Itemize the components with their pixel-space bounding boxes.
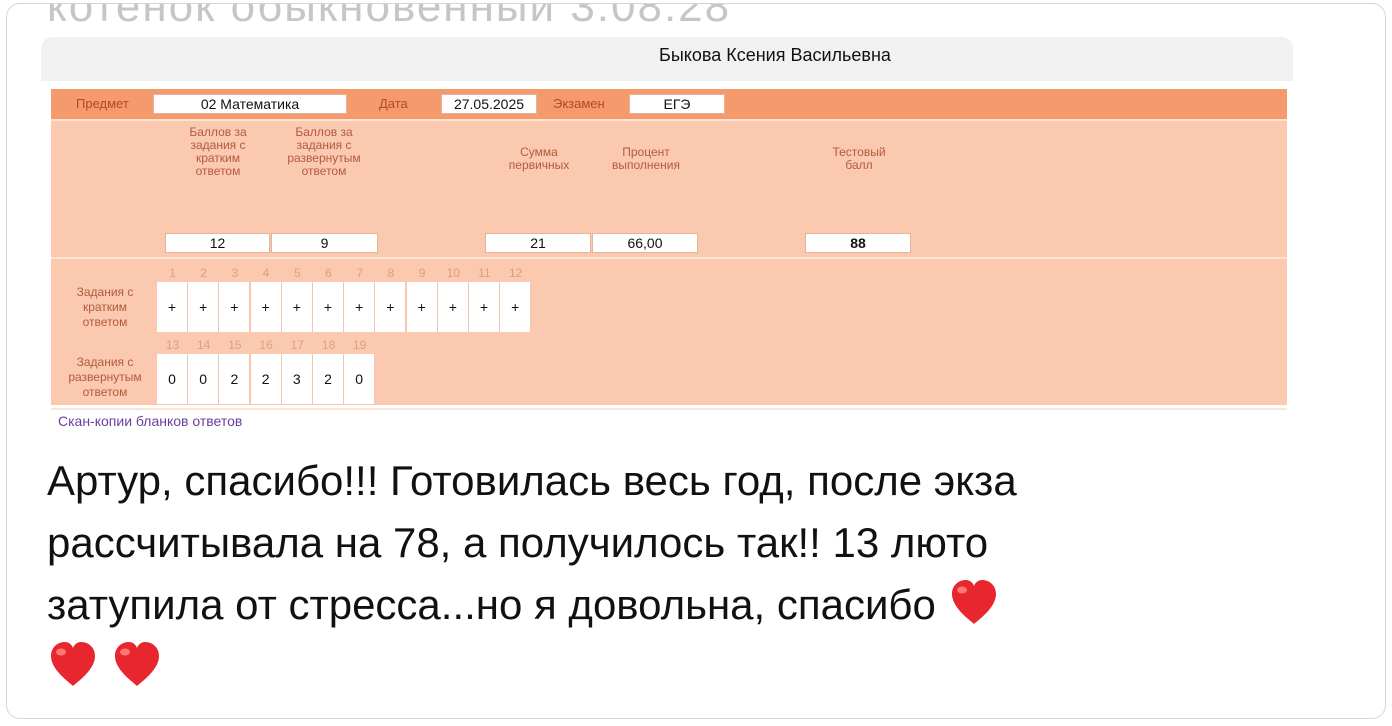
detailed-task-numbers: 13 14 15 16 17 18 19 xyxy=(157,338,377,352)
short-task-numbers: 1 2 3 4 5 6 7 8 9 10 11 12 xyxy=(157,266,532,280)
task-result-cell: + xyxy=(281,282,313,332)
task-number: 12 xyxy=(509,266,523,280)
exam-info-row: Предмет 02 Математика Дата 27.05.2025 Эк… xyxy=(51,89,1287,119)
student-name: Быкова Ксения Васильевна xyxy=(659,45,891,65)
task-result-cell: 0 xyxy=(157,354,188,404)
task-number: 18 xyxy=(321,338,336,352)
task-result-cell: + xyxy=(157,282,188,332)
message-line xyxy=(47,636,1367,698)
task-result-cell: + xyxy=(313,282,344,332)
task-number: 8 xyxy=(387,266,395,280)
task-result-cell: + xyxy=(469,282,500,332)
task-result-cell: 2 xyxy=(313,354,344,404)
cut-off-title: котенок обыкновенный 3:08:28 xyxy=(47,3,732,31)
task-number: 2 xyxy=(200,266,208,280)
heart-icon xyxy=(948,577,1000,627)
task-result-cell: + xyxy=(375,282,407,332)
task-number: 10 xyxy=(446,266,460,280)
detailed-task-results: 0022320 xyxy=(157,354,377,404)
percent-header: Процент выполнения xyxy=(611,145,681,172)
message-line: затупила от стресса...но я довольна, спа… xyxy=(47,574,1367,636)
task-number: 7 xyxy=(356,266,364,280)
task-number: 19 xyxy=(353,338,367,352)
heart-icon xyxy=(111,639,163,689)
detailed-answer-header: Баллов за задания с развернутым ответом xyxy=(287,125,361,178)
task-result-cell: 0 xyxy=(344,354,376,404)
task-result-cell: 0 xyxy=(188,354,220,404)
task-number: 5 xyxy=(293,266,301,280)
task-number: 17 xyxy=(290,338,304,352)
task-result-cell: + xyxy=(188,282,220,332)
task-result-cell: 3 xyxy=(281,354,313,404)
post-frame: котенок обыкновенный 3:08:28 Быкова Ксен… xyxy=(6,3,1386,719)
test-score-header: Тестовый балл xyxy=(832,145,886,172)
task-result-cell: + xyxy=(406,282,438,332)
task-number: 11 xyxy=(478,266,491,280)
task-number: 13 xyxy=(165,338,180,352)
detailed-tasks-label: Задания с развернутым ответом xyxy=(68,355,142,399)
task-result-cell: 2 xyxy=(219,354,251,404)
short-answer-score: 12 xyxy=(165,233,270,253)
short-task-results: + + + + + + + + + + + + xyxy=(157,282,532,332)
task-result-cell: + xyxy=(344,282,376,332)
percent-value: 66,00 xyxy=(592,233,698,253)
subject-label: Предмет xyxy=(76,96,129,111)
short-answer-header: Баллов за задания с кратким ответом xyxy=(189,125,247,178)
result-panel: Предмет 02 Математика Дата 27.05.2025 Эк… xyxy=(51,89,1287,429)
task-number: 3 xyxy=(231,266,239,280)
exam-label: Экзамен xyxy=(553,96,605,111)
task-result-cell: + xyxy=(250,282,282,332)
task-result-cell: + xyxy=(500,282,532,332)
task-number: 15 xyxy=(228,338,242,352)
primary-sum-value: 21 xyxy=(485,233,591,253)
task-number: 1 xyxy=(169,266,176,280)
task-number: 16 xyxy=(259,338,273,352)
date-value: 27.05.2025 xyxy=(441,94,537,114)
scan-copies-link[interactable]: Скан-копии бланков ответов xyxy=(58,413,242,429)
divider xyxy=(51,119,1287,121)
exam-value: ЕГЭ xyxy=(629,94,725,114)
divider xyxy=(51,257,1287,259)
exam-result-card: Быкова Ксения Васильевна Предмет 02 Мате… xyxy=(41,37,1293,429)
card-header: Быкова Ксения Васильевна xyxy=(41,37,1293,81)
detailed-answer-score: 9 xyxy=(271,233,378,253)
divider xyxy=(51,408,1287,410)
task-number: 6 xyxy=(325,266,332,280)
primary-sum-header: Сумма первичных xyxy=(508,145,570,172)
task-result-cell: + xyxy=(219,282,251,332)
message-line: рассчитывала на 78, а получилось так!! 1… xyxy=(47,519,989,566)
task-number: 9 xyxy=(418,266,426,280)
task-result-cell: + xyxy=(437,282,469,332)
date-label: Дата xyxy=(379,96,408,111)
heart-icon xyxy=(47,639,99,689)
subject-value: 02 Математика xyxy=(153,94,347,114)
short-tasks-label: Задания с кратким ответом xyxy=(76,285,134,329)
task-number: 14 xyxy=(197,338,211,352)
task-number: 4 xyxy=(262,266,270,280)
message-line: Артур, спасибо!!! Готовилась весь год, п… xyxy=(47,457,1017,504)
test-score-value: 88 xyxy=(805,233,911,253)
task-result-cell: 2 xyxy=(250,354,282,404)
message-text: Артур, спасибо!!! Готовилась весь год, п… xyxy=(47,450,1367,698)
